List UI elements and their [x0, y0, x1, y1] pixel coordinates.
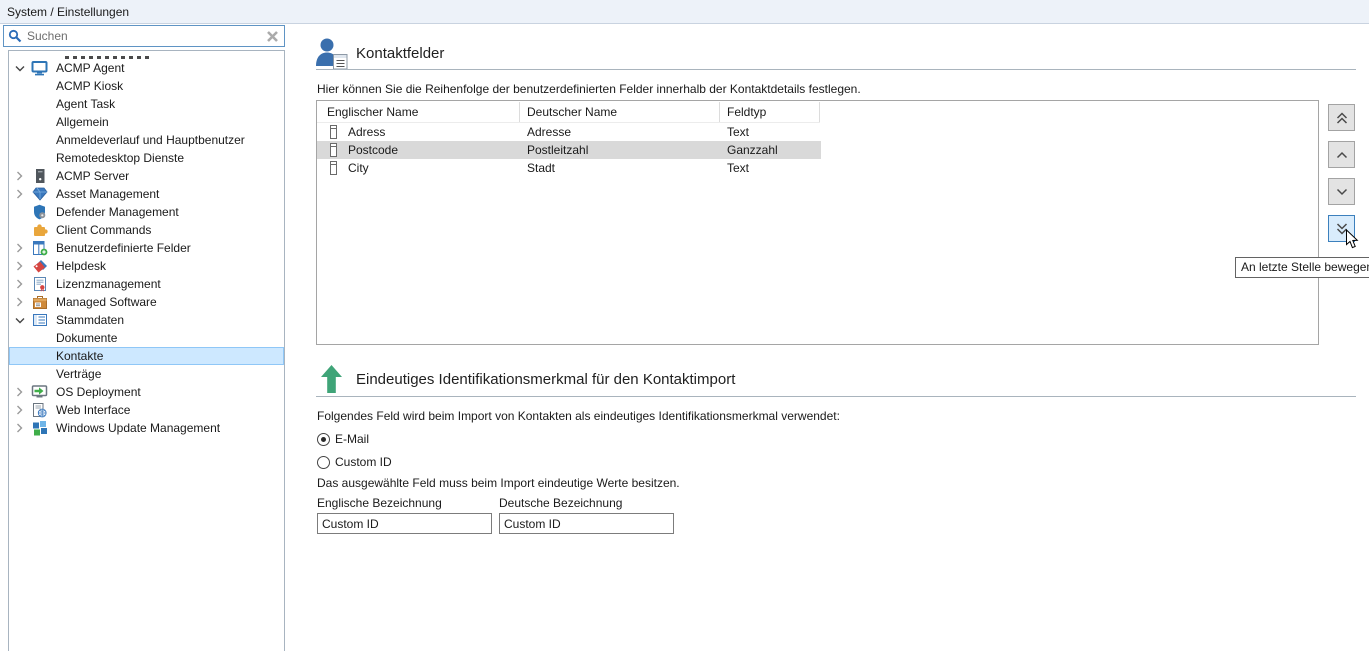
chevron-up-icon: [1334, 147, 1350, 163]
gem-icon: [30, 187, 49, 201]
column-header-english[interactable]: Englischer Name: [327, 105, 418, 119]
sidebar-item-stammdaten[interactable]: Stammdaten: [9, 311, 284, 329]
tooltip: An letzte Stelle bewegen: [1235, 257, 1369, 278]
shield-gear-icon: [30, 204, 49, 220]
sidebar-item-acmp-server[interactable]: ACMP Server: [9, 167, 284, 185]
chevron-right-icon[interactable]: [15, 189, 30, 199]
chevron-right-icon[interactable]: [15, 243, 30, 253]
section-title-import-id: Eindeutiges Identifikationsmerkmal für d…: [356, 371, 735, 388]
sidebar-item-windows-update-management[interactable]: Windows Update Management: [9, 419, 284, 437]
import-id-note: Das ausgewählte Feld muss beim Import ei…: [317, 476, 680, 490]
sidebar-item-remotedesktop[interactable]: Remotedesktop Dienste: [9, 149, 284, 167]
sidebar-item-defender-management[interactable]: Defender Management: [9, 203, 284, 221]
column-header-type[interactable]: Feldtyp: [727, 105, 766, 119]
monitor-icon: [30, 60, 49, 76]
sidebar-item-allgemein[interactable]: Allgemein: [9, 113, 284, 131]
radio-unselected-icon[interactable]: [317, 456, 330, 469]
field-icon: [330, 161, 338, 175]
field-icon: [330, 125, 338, 139]
chevron-right-icon[interactable]: [15, 387, 30, 397]
chevron-right-icon[interactable]: [15, 423, 30, 433]
double-chevron-up-icon: [1334, 110, 1350, 126]
column-separator: [519, 102, 520, 122]
search-icon: [8, 29, 22, 43]
move-up-button[interactable]: [1328, 141, 1355, 168]
radio-email[interactable]: E-Mail: [317, 432, 369, 446]
table-row[interactable]: City Stadt Text: [317, 159, 821, 177]
chevron-right-icon[interactable]: [15, 279, 30, 289]
column-header-german[interactable]: Deutscher Name: [527, 105, 617, 119]
section-title-kontaktfelder: Kontaktfelder: [356, 45, 444, 62]
table-row-selected[interactable]: Postcode Postleitzahl Ganzzahl: [317, 141, 821, 159]
software-box-icon: [30, 295, 49, 310]
server-icon: [30, 168, 49, 184]
radio-label: E-Mail: [335, 432, 369, 446]
section-divider: [316, 396, 1356, 397]
chevron-right-icon[interactable]: [15, 297, 30, 307]
contact-fields-icon: [314, 36, 350, 70]
os-deployment-icon: [30, 384, 49, 400]
sidebar-item-managed-software[interactable]: Managed Software: [9, 293, 284, 311]
settings-nav-tree: ACMP Agent ACMP Kiosk Agent Task Allgeme…: [8, 50, 285, 651]
move-first-button[interactable]: [1328, 104, 1355, 131]
radio-custom-id[interactable]: Custom ID: [317, 455, 392, 469]
sidebar-item-acmp-agent[interactable]: ACMP Agent: [9, 59, 284, 77]
sidebar-item-helpdesk[interactable]: Helpdesk: [9, 257, 284, 275]
sidebar-item-benutzerdefinierte-felder[interactable]: Benutzerdefinierte Felder: [9, 239, 284, 257]
chevron-right-icon[interactable]: [15, 171, 30, 181]
license-icon: [30, 276, 49, 292]
mouse-cursor-icon: [1345, 229, 1360, 250]
column-separator: [719, 102, 720, 122]
sidebar-item-client-commands[interactable]: Client Commands: [9, 221, 284, 239]
sidebar-item-os-deployment[interactable]: OS Deployment: [9, 383, 284, 401]
web-page-globe-icon: [30, 402, 49, 418]
radio-label: Custom ID: [335, 455, 392, 469]
contact-fields-table: Englischer Name Deutscher Name Feldtyp A…: [316, 100, 1319, 345]
sidebar-item-agent-task[interactable]: Agent Task: [9, 95, 284, 113]
column-separator: [819, 102, 820, 122]
english-name-label: Englische Bezeichnung: [317, 496, 442, 510]
sidebar-item-lizenzmanagement[interactable]: Lizenzmanagement: [9, 275, 284, 293]
radio-selected-icon[interactable]: [317, 433, 330, 446]
english-name-field[interactable]: [317, 513, 492, 534]
custom-fields-icon: [30, 240, 49, 256]
chevron-down-icon: [1334, 184, 1350, 200]
table-header-row: Englischer Name Deutscher Name Feldtyp: [317, 101, 1318, 123]
sidebar-item-acmp-kiosk[interactable]: ACMP Kiosk: [9, 77, 284, 95]
clipped-text-fragment: [65, 56, 153, 59]
sidebar-item-vertraege[interactable]: Verträge: [9, 365, 284, 383]
window-titlebar: System / Einstellungen: [0, 0, 1369, 24]
clear-search-icon[interactable]: [264, 28, 280, 44]
chevron-right-icon[interactable]: [15, 405, 30, 415]
german-name-label: Deutsche Bezeichnung: [499, 496, 622, 510]
sidebar-item-web-interface[interactable]: Web Interface: [9, 401, 284, 419]
chevron-down-icon[interactable]: [15, 316, 30, 325]
page-title: System / Einstellungen: [7, 5, 129, 19]
move-down-button[interactable]: [1328, 178, 1355, 205]
windows-update-icon: [30, 420, 49, 436]
sidebar-item-kontakte[interactable]: Kontakte: [9, 347, 284, 365]
chevron-right-icon[interactable]: [15, 261, 30, 271]
german-name-field[interactable]: [499, 513, 674, 534]
sidebar-item-anmeldeverlauf[interactable]: Anmeldeverlauf und Hauptbenutzer: [9, 131, 284, 149]
table-row[interactable]: Adress Adresse Text: [317, 123, 821, 141]
sidebar-item-dokumente[interactable]: Dokumente: [9, 329, 284, 347]
search-input[interactable]: [25, 28, 264, 44]
import-id-intro: Folgendes Feld wird beim Import von Kont…: [317, 409, 840, 423]
chevron-down-icon[interactable]: [15, 64, 30, 73]
search-box[interactable]: [3, 25, 285, 47]
tree-item-clipped[interactable]: [9, 52, 284, 59]
list-icon: [30, 313, 49, 327]
tags-icon: [30, 258, 49, 274]
contact-fields-description: Hier können Sie die Reihenfolge der benu…: [317, 82, 861, 96]
field-icon: [330, 143, 338, 157]
puzzle-icon: [30, 222, 49, 238]
section-divider: [316, 69, 1356, 70]
sidebar-item-asset-management[interactable]: Asset Management: [9, 185, 284, 203]
green-up-arrow-icon: [320, 364, 343, 394]
